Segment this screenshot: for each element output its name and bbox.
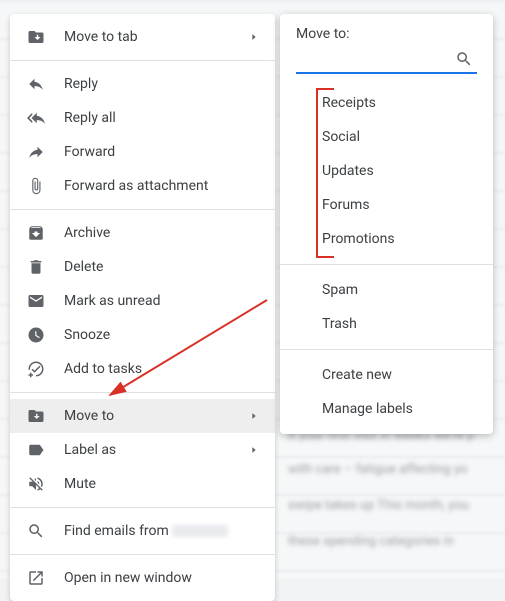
attachment-icon bbox=[24, 177, 48, 195]
menu-label: Label as bbox=[64, 442, 249, 458]
reply-all-icon bbox=[24, 109, 48, 127]
open-new-window-icon bbox=[24, 569, 48, 587]
menu-archive[interactable]: Archive bbox=[10, 216, 275, 250]
separator bbox=[10, 60, 275, 61]
chevron-right-icon bbox=[249, 411, 259, 421]
menu-label: Find emails from bbox=[64, 523, 259, 539]
menu-label: Reply all bbox=[64, 110, 259, 126]
menu-label: Move to tab bbox=[64, 29, 249, 45]
menu-label: Add to tasks bbox=[64, 361, 259, 377]
label-icon bbox=[24, 441, 48, 459]
menu-add-tasks[interactable]: Add to tasks bbox=[10, 352, 275, 386]
menu-reply-all[interactable]: Reply all bbox=[10, 101, 275, 135]
blurred-bg-text: with care – fatigue affecting yo bbox=[288, 462, 467, 477]
separator bbox=[10, 507, 275, 508]
menu-label: Delete bbox=[64, 259, 259, 275]
menu-snooze[interactable]: Snooze bbox=[10, 318, 275, 352]
menu-label: Snooze bbox=[64, 327, 259, 343]
context-menu: Move to tab Reply Reply all Forward Forw… bbox=[10, 14, 275, 601]
menu-label: Open in new window bbox=[64, 570, 259, 586]
add-tasks-icon bbox=[24, 360, 48, 378]
submenu-search-input[interactable] bbox=[296, 48, 477, 74]
separator bbox=[10, 554, 275, 555]
menu-label: Reply bbox=[64, 76, 259, 92]
move-to-submenu: Move to: Receipts Social Updates Forums … bbox=[280, 14, 493, 434]
menu-label-as[interactable]: Label as bbox=[10, 433, 275, 467]
move-to-icon bbox=[24, 407, 48, 425]
separator bbox=[10, 209, 275, 210]
chevron-right-icon bbox=[249, 445, 259, 455]
menu-label: Forward bbox=[64, 144, 259, 160]
mute-icon bbox=[24, 475, 48, 493]
menu-label: Archive bbox=[64, 225, 259, 241]
blurred-bg-text: swipe takes up This month, you bbox=[288, 498, 469, 513]
submenu-search-row bbox=[280, 48, 493, 78]
submenu-item-manage-labels[interactable]: Manage labels bbox=[280, 392, 493, 426]
submenu-item-spam[interactable]: Spam bbox=[280, 273, 493, 307]
menu-label: Move to bbox=[64, 408, 249, 424]
reply-icon bbox=[24, 75, 48, 93]
menu-mute[interactable]: Mute bbox=[10, 467, 275, 501]
submenu-item-promotions[interactable]: Promotions bbox=[280, 222, 493, 256]
separator bbox=[280, 349, 493, 350]
menu-mark-unread[interactable]: Mark as unread bbox=[10, 284, 275, 318]
submenu-item-create-new[interactable]: Create new bbox=[280, 358, 493, 392]
menu-label: Forward as attachment bbox=[64, 178, 259, 194]
search-icon bbox=[455, 50, 473, 68]
separator bbox=[10, 392, 275, 393]
delete-icon bbox=[24, 258, 48, 276]
chevron-right-icon bbox=[249, 32, 259, 42]
menu-move-to-tab[interactable]: Move to tab bbox=[10, 20, 275, 54]
submenu-item-updates[interactable]: Updates bbox=[280, 154, 493, 188]
submenu-item-social[interactable]: Social bbox=[280, 120, 493, 154]
menu-label: Mark as unread bbox=[64, 293, 259, 309]
menu-forward[interactable]: Forward bbox=[10, 135, 275, 169]
menu-move-to[interactable]: Move to bbox=[10, 399, 275, 433]
blurred-bg-text: these spending categories in bbox=[288, 534, 454, 549]
submenu-title: Move to: bbox=[280, 26, 493, 48]
menu-forward-attachment[interactable]: Forward as attachment bbox=[10, 169, 275, 203]
menu-delete[interactable]: Delete bbox=[10, 250, 275, 284]
move-to-tab-icon bbox=[24, 28, 48, 46]
archive-icon bbox=[24, 224, 48, 242]
menu-label: Mute bbox=[64, 476, 259, 492]
search-icon bbox=[24, 522, 48, 540]
submenu-item-receipts[interactable]: Receipts bbox=[280, 86, 493, 120]
annotation-red-bracket bbox=[316, 88, 334, 258]
menu-reply[interactable]: Reply bbox=[10, 67, 275, 101]
forward-icon bbox=[24, 143, 48, 161]
menu-find-emails[interactable]: Find emails from bbox=[10, 514, 275, 548]
mark-unread-icon bbox=[24, 292, 48, 310]
menu-open-new-window[interactable]: Open in new window bbox=[10, 561, 275, 595]
submenu-item-trash[interactable]: Trash bbox=[280, 307, 493, 341]
redacted-sender bbox=[172, 525, 228, 537]
separator bbox=[280, 264, 493, 265]
submenu-item-forums[interactable]: Forums bbox=[280, 188, 493, 222]
snooze-icon bbox=[24, 326, 48, 344]
